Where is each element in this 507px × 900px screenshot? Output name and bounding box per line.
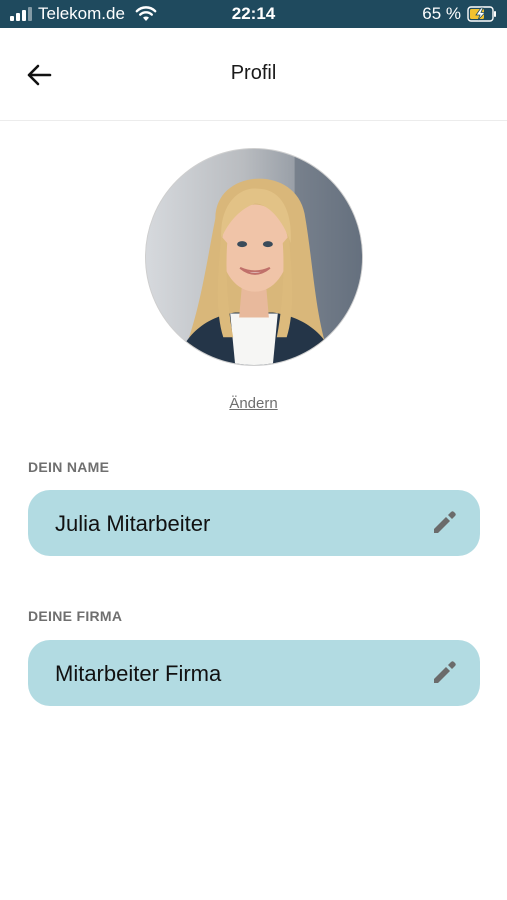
profile-avatar[interactable]	[145, 148, 363, 366]
battery-percent: 65 %	[422, 4, 461, 23]
status-right: 65 %	[422, 4, 497, 24]
profile-screen: Telekom.de 22:14 65 % Profil Ändern DEIN…	[0, 0, 507, 900]
profile-photo	[146, 149, 362, 365]
name-field[interactable]: Julia Mitarbeiter	[28, 490, 480, 556]
name-field-label: DEIN NAME	[28, 459, 110, 475]
company-field[interactable]: Mitarbeiter Firma	[28, 640, 480, 706]
change-photo-link[interactable]: Ändern	[0, 395, 507, 412]
battery-charging-icon	[467, 6, 496, 22]
change-photo-label[interactable]: Ändern	[229, 395, 277, 412]
pencil-icon[interactable]	[430, 509, 458, 537]
top-app-bar: Profil	[0, 28, 507, 121]
company-field-label: DEINE FIRMA	[28, 608, 123, 624]
page-title: Profil	[230, 62, 277, 84]
company-field-value: Mitarbeiter Firma	[55, 661, 222, 686]
status-bar: Telekom.de 22:14 65 %	[0, 0, 507, 28]
pencil-icon[interactable]	[430, 659, 458, 687]
name-field-value: Julia Mitarbeiter	[55, 511, 211, 536]
